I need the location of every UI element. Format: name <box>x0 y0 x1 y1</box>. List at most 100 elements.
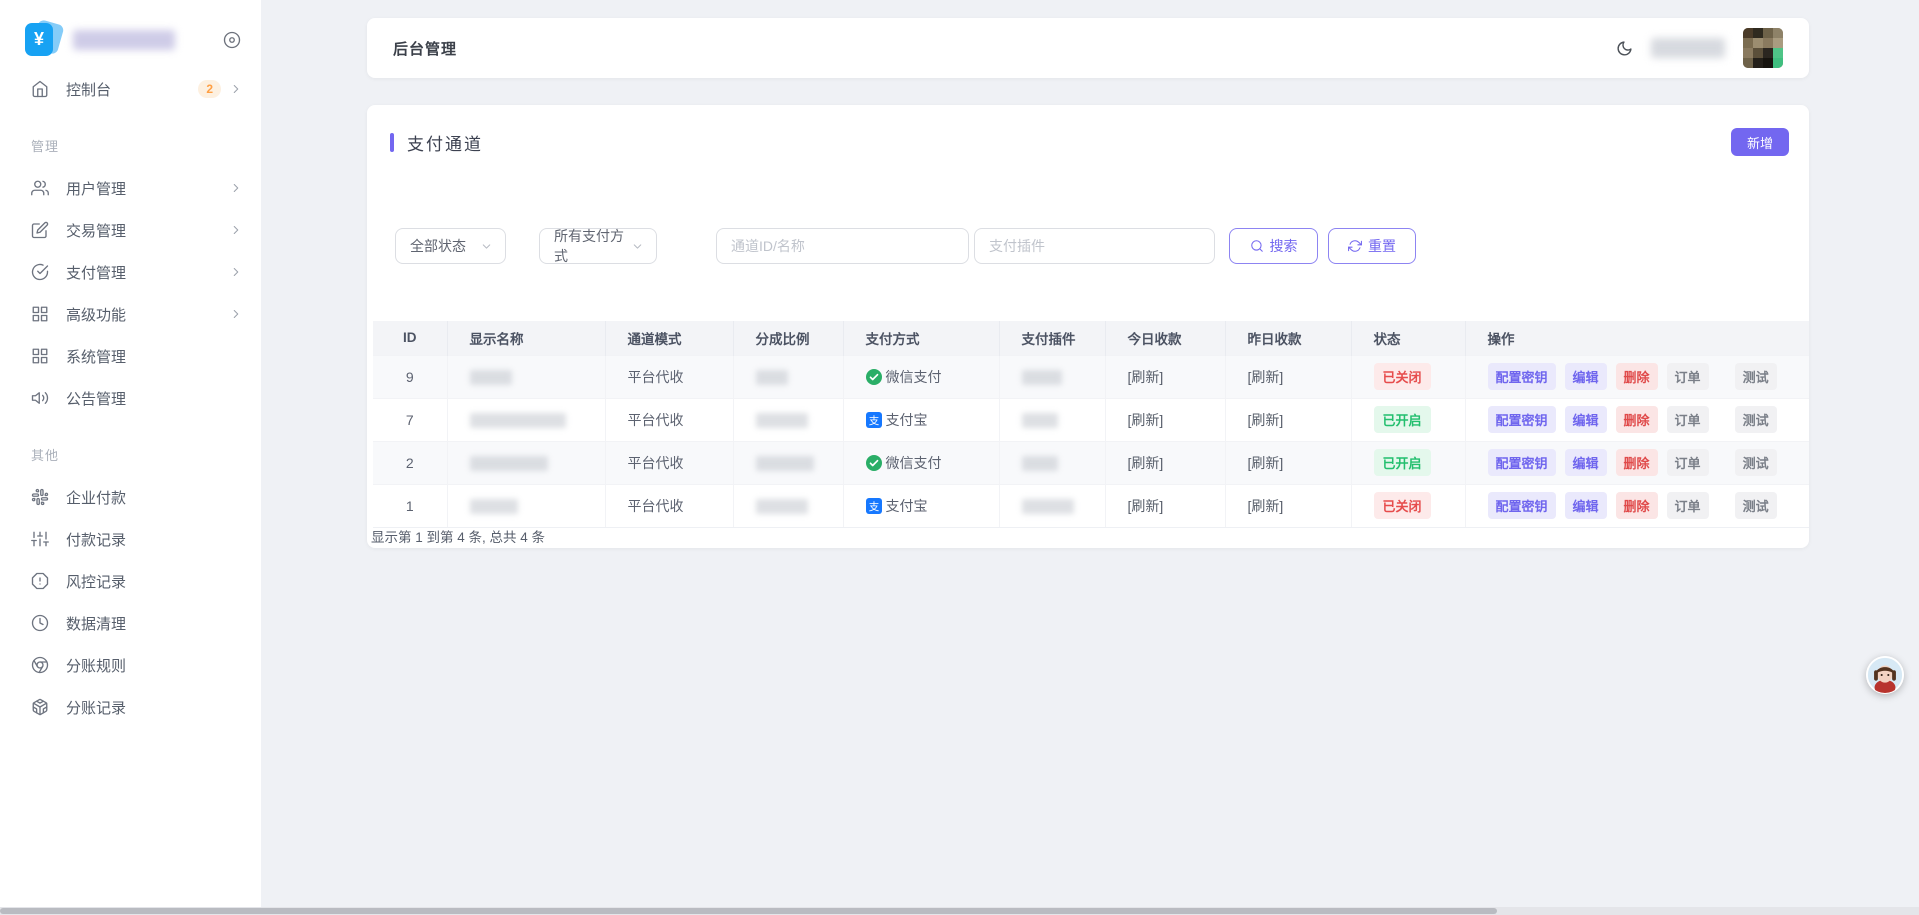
action-delete[interactable]: 删除 <box>1616 363 1658 390</box>
channel-id-input[interactable] <box>716 228 969 264</box>
blurred-text <box>756 456 814 471</box>
plugin-input[interactable] <box>974 228 1215 264</box>
action-orders[interactable]: 订单 <box>1667 406 1709 433</box>
avatar[interactable] <box>1743 28 1783 68</box>
refresh-icon <box>1348 239 1362 253</box>
sidebar-item-system-management[interactable]: 系统管理 <box>0 335 261 377</box>
action-test[interactable]: 测试 <box>1735 492 1777 519</box>
action-test[interactable]: 测试 <box>1735 449 1777 476</box>
check-circle-icon <box>31 263 49 281</box>
page-title: 后台管理 <box>393 38 457 59</box>
action-configure-key[interactable]: 配置密钥 <box>1488 449 1556 476</box>
action-orders[interactable]: 订单 <box>1667 363 1709 390</box>
col-header-pay-method: 支付方式 <box>843 321 999 355</box>
blurred-text <box>470 370 512 385</box>
refresh-yesterday-link[interactable]: [刷新] <box>1248 455 1284 471</box>
refresh-yesterday-link[interactable]: [刷新] <box>1248 498 1284 514</box>
payment-method-select[interactable]: 所有支付方式 <box>539 228 657 264</box>
refresh-today-link[interactable]: [刷新] <box>1128 369 1164 385</box>
action-configure-key[interactable]: 配置密钥 <box>1488 406 1556 433</box>
blurred-text <box>1022 456 1058 471</box>
floating-assistant-avatar[interactable] <box>1866 656 1904 694</box>
refresh-today-link[interactable]: [刷新] <box>1128 455 1164 471</box>
table-header-row: ID 显示名称 通道模式 分成比例 支付方式 支付插件 今日收款 昨日收款 状态… <box>373 321 1809 355</box>
sidebar-item-label: 分账规则 <box>66 655 126 676</box>
sidebar-item-label: 风控记录 <box>66 571 126 592</box>
blurred-brand-name <box>73 30 175 50</box>
sliders-icon <box>31 530 49 548</box>
col-header-id: ID <box>373 321 447 355</box>
status-select[interactable]: 全部状态 <box>395 228 506 264</box>
blurred-text <box>756 370 788 385</box>
action-configure-key[interactable]: 配置密钥 <box>1488 363 1556 390</box>
col-header-today-income: 今日收款 <box>1105 321 1225 355</box>
sidebar-item-split-rules[interactable]: 分账规则 <box>0 644 261 686</box>
payment-channel-panel: 支付通道 新增 全部状态 所有支付方式 搜索 重置 ID 显示名称 通道模式 分… <box>367 105 1809 548</box>
col-header-status: 状态 <box>1351 321 1465 355</box>
sidebar-item-console[interactable]: 控制台 2 <box>0 68 261 110</box>
blurred-text <box>1022 499 1074 514</box>
blurred-username <box>1651 38 1725 58</box>
action-edit[interactable]: 编辑 <box>1565 406 1607 433</box>
action-orders[interactable]: 订单 <box>1667 492 1709 519</box>
sidebar-item-trade-management[interactable]: 交易管理 <box>0 209 261 251</box>
horizontal-scrollbar <box>0 907 1919 915</box>
slack-icon <box>31 488 49 506</box>
action-edit[interactable]: 编辑 <box>1565 363 1607 390</box>
sidebar-item-payment-records[interactable]: 付款记录 <box>0 518 261 560</box>
moon-dark-mode-icon[interactable] <box>1616 40 1633 57</box>
action-delete[interactable]: 删除 <box>1616 492 1658 519</box>
sidebar-item-payment-management[interactable]: 支付管理 <box>0 251 261 293</box>
refresh-today-link[interactable]: [刷新] <box>1128 498 1164 514</box>
sidebar-group-label: 其他 <box>0 419 261 476</box>
sidebar-item-risk-records[interactable]: 风控记录 <box>0 560 261 602</box>
blurred-text <box>470 413 566 428</box>
sidebar-logo-row: ¥ <box>0 0 261 58</box>
channels-table: ID 显示名称 通道模式 分成比例 支付方式 支付插件 今日收款 昨日收款 状态… <box>373 321 1809 528</box>
svg-text:支: 支 <box>868 415 879 427</box>
blurred-text <box>470 456 548 471</box>
panel-title: 支付通道 <box>407 130 483 155</box>
table-pagination-summary: 显示第 1 到第 4 条, 总共 4 条 <box>371 526 545 546</box>
table-row: 1 平台代收 支支付宝 [刷新] [刷新] 已关闭 配置密钥编辑删除订单测试 <box>373 484 1809 527</box>
action-delete[interactable]: 删除 <box>1616 406 1658 433</box>
clock-icon <box>31 614 49 632</box>
sidebar-item-label: 支付管理 <box>66 262 126 283</box>
method-select-value: 所有支付方式 <box>554 226 628 266</box>
search-button[interactable]: 搜索 <box>1229 228 1318 264</box>
table-row: 7 平台代收 支支付宝 [刷新] [刷新] 已开启 配置密钥编辑删除订单测试 <box>373 398 1809 441</box>
refresh-yesterday-link[interactable]: [刷新] <box>1248 369 1284 385</box>
sidebar-item-user-management[interactable]: 用户管理 <box>0 167 261 209</box>
horizontal-scrollbar-thumb[interactable] <box>0 908 1497 914</box>
sidebar-item-enterprise-payment[interactable]: 企业付款 <box>0 476 261 518</box>
action-edit[interactable]: 编辑 <box>1565 492 1607 519</box>
chevron-down-icon <box>631 240 644 253</box>
action-delete[interactable]: 删除 <box>1616 449 1658 476</box>
svg-text:支: 支 <box>868 501 879 513</box>
sidebar-item-label: 用户管理 <box>66 178 126 199</box>
action-configure-key[interactable]: 配置密钥 <box>1488 492 1556 519</box>
add-button[interactable]: 新增 <box>1731 128 1789 156</box>
speaker-icon <box>31 389 49 407</box>
blurred-text <box>756 413 808 428</box>
sidebar-group-label: 管理 <box>0 110 261 167</box>
sidebar-item-advanced-features[interactable]: 高级功能 <box>0 293 261 335</box>
sidebar-item-data-cleanup[interactable]: 数据清理 <box>0 602 261 644</box>
top-header-bar: 后台管理 <box>367 18 1809 78</box>
reset-button[interactable]: 重置 <box>1328 228 1416 264</box>
disc-collapse-icon[interactable] <box>223 31 241 49</box>
col-header-actions: 操作 <box>1465 321 1809 355</box>
col-header-channel-mode: 通道模式 <box>605 321 733 355</box>
action-edit[interactable]: 编辑 <box>1565 449 1607 476</box>
grid-icon <box>31 305 49 323</box>
codesandbox-icon <box>31 698 49 716</box>
refresh-yesterday-link[interactable]: [刷新] <box>1248 412 1284 428</box>
col-header-split-ratio: 分成比例 <box>733 321 843 355</box>
action-test[interactable]: 测试 <box>1735 363 1777 390</box>
sidebar-item-label: 数据清理 <box>66 613 126 634</box>
action-test[interactable]: 测试 <box>1735 406 1777 433</box>
action-orders[interactable]: 订单 <box>1667 449 1709 476</box>
refresh-today-link[interactable]: [刷新] <box>1128 412 1164 428</box>
sidebar-item-announcement-management[interactable]: 公告管理 <box>0 377 261 419</box>
sidebar-item-split-records[interactable]: 分账记录 <box>0 686 261 728</box>
